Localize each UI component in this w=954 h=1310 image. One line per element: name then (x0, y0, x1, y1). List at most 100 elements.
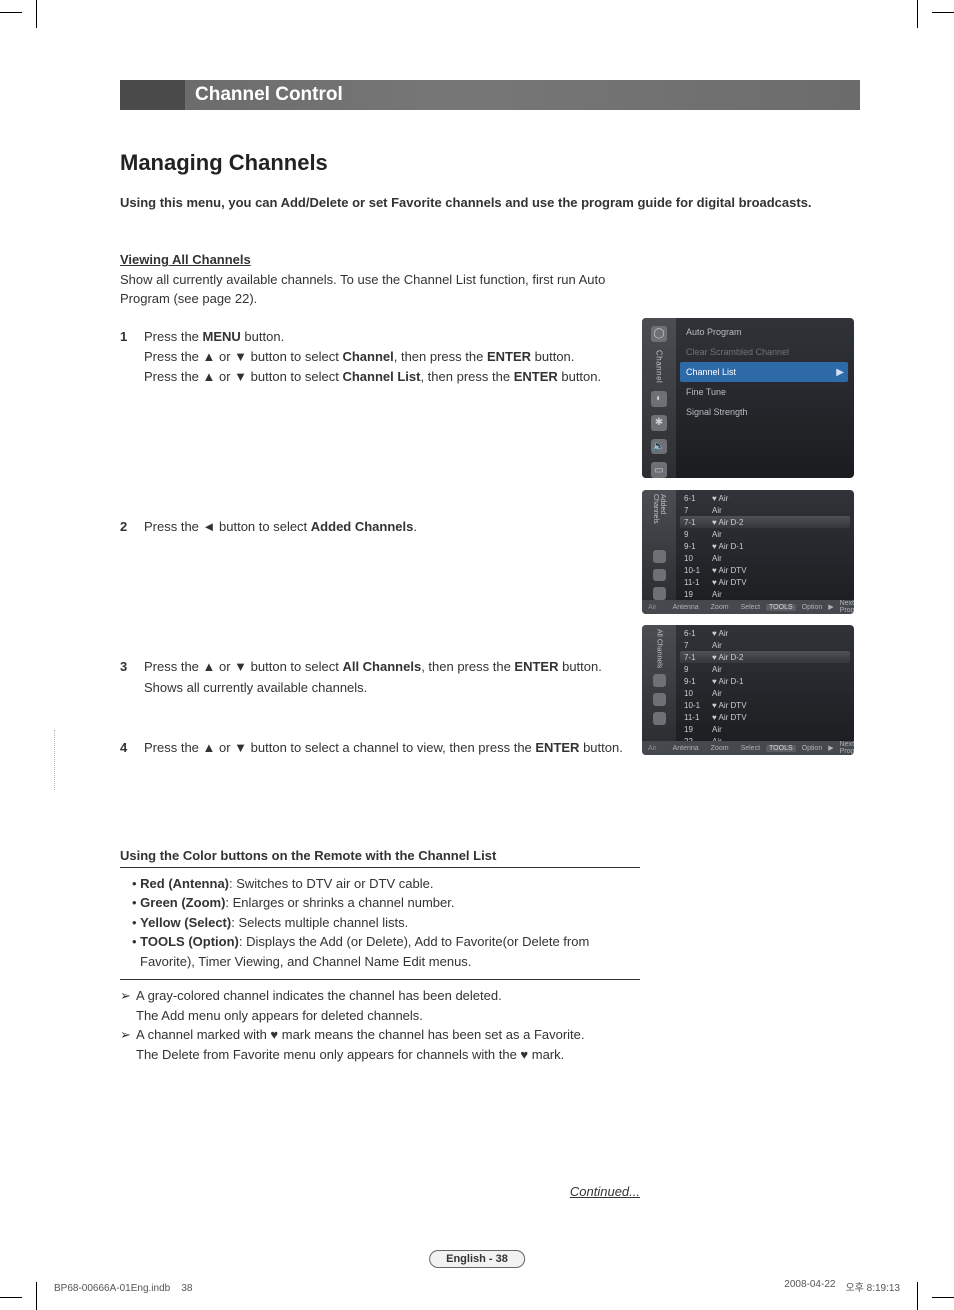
osd-all-channels: All Channels 6-1♥ Air7Air7-1♥ Air D-29Ai… (642, 625, 854, 755)
t: button. (579, 740, 622, 755)
note-arrow-icon: ➢ (120, 986, 136, 1025)
t: Shows all currently available channels. (144, 680, 367, 695)
t: , then press the (421, 659, 514, 674)
t: , then press the (420, 369, 513, 384)
step-4-num: 4 (120, 738, 144, 758)
channel-row[interactable]: 9-1♥ Air D-1 (680, 540, 850, 552)
viewing-heading: Viewing All Channels (120, 252, 860, 267)
channel-row[interactable]: 19Air (680, 723, 850, 735)
antenna-icon: ◯ (651, 326, 667, 342)
chevron-right-icon: ▶ (836, 367, 844, 378)
channel-name: ♥ Air D-2 (712, 518, 850, 527)
t: Press the ▲ or ▼ button to select a chan… (144, 740, 535, 755)
t: button. (558, 659, 601, 674)
legend-zoom: Zoom (711, 745, 729, 752)
note-arrow-icon: ➢ (120, 1025, 136, 1064)
margin-dots (54, 730, 56, 790)
note-list: ➢ A gray-colored channel indicates the c… (120, 986, 660, 1064)
t: Press the ▲ or ▼ button to select (144, 349, 342, 364)
gear-icon: ✱ (651, 415, 667, 431)
menu-item-clear-scrambled[interactable]: Clear Scrambled Channel (680, 342, 848, 362)
channel-row[interactable]: 7Air (680, 639, 850, 651)
channel-row[interactable]: 11-1♥ Air DTV (680, 711, 850, 723)
t: The Delete from Favorite menu only appea… (136, 1047, 564, 1062)
menu-item-auto-program[interactable]: Auto Program (680, 322, 848, 342)
channel-number: 6-1 (680, 494, 712, 503)
t: Red (Antenna) (140, 876, 229, 891)
channel-row[interactable]: 9Air (680, 528, 850, 540)
t: ENTER (514, 369, 558, 384)
channel-row[interactable]: 6-1♥ Air (680, 627, 850, 639)
osd-sidebar-label: Added Channels (652, 494, 666, 544)
menu-item-fine-tune[interactable]: Fine Tune (680, 382, 848, 402)
channel-row[interactable]: 10-1♥ Air DTV (680, 699, 850, 711)
channel-row[interactable]: 9Air (680, 663, 850, 675)
legend-select: Select (741, 604, 760, 611)
channel-name: ♥ Air (712, 629, 850, 638)
footer-date: 2008-04-22 (784, 1279, 835, 1294)
menu-item-channel-list[interactable]: Channel List ▶ (680, 362, 848, 382)
channel-row[interactable]: 9-1♥ Air D-1 (680, 675, 850, 687)
channel-number: 19 (680, 590, 712, 599)
channel-number: 10-1 (680, 701, 712, 710)
osd-legend: Air Antenna Zoom Select TOOLSOption ▶Nex… (642, 600, 854, 614)
color-row-yellow: Yellow (Select): Selects multiple channe… (120, 913, 640, 933)
channel-number: 7-1 (680, 653, 712, 662)
t: A channel marked with ♥ mark means the c… (136, 1027, 585, 1042)
step-3-num: 3 (120, 657, 144, 677)
osd-sidebar: ◯ Channel ◐ ✱ 🔈 ▭ (642, 318, 676, 478)
tools-tag-icon: TOOLS (766, 745, 796, 752)
tools-tag-icon: TOOLS (766, 604, 796, 611)
channel-row[interactable]: 7-1♥ Air D-2 (680, 651, 850, 663)
page: Channel Control Managing Channels Using … (0, 0, 954, 1310)
legend-air: Air (648, 604, 657, 611)
channel-row[interactable]: 10Air (680, 687, 850, 699)
t: Press the ▲ or ▼ button to select (144, 369, 342, 384)
legend-option: Option (802, 604, 823, 611)
channel-name: Air (712, 590, 850, 599)
footer-filename: BP68-00666A-01Eng.indb (54, 1283, 170, 1294)
channel-name: Air (712, 554, 850, 563)
footer-left: BP68-00666A-01Eng.indb 38 (54, 1283, 192, 1294)
t: ENTER (514, 659, 558, 674)
t: All Channels (342, 659, 421, 674)
title-accent-block (120, 80, 185, 110)
channel-number: 19 (680, 725, 712, 734)
osd-added-channels: Added Channels 6-1♥ Air7Air7-1♥ Air D-29… (642, 490, 854, 614)
channel-name: ♥ Air DTV (712, 713, 850, 722)
t: Yellow (Select) (140, 915, 231, 930)
color-row-tools: TOOLS (Option): Displays the Add (or Del… (120, 932, 640, 952)
channel-row[interactable]: 10-1♥ Air DTV (680, 564, 850, 576)
channel-row[interactable]: 6-1♥ Air (680, 492, 850, 504)
legend-antenna: Antenna (673, 745, 699, 752)
channel-name: ♥ Air DTV (712, 701, 850, 710)
channel-number: 9 (680, 530, 712, 539)
t: ENTER (535, 740, 579, 755)
legend-antenna: Antenna (673, 604, 699, 611)
page-number-badge: English - 38 (429, 1250, 525, 1268)
osd-menu-list: Auto Program Clear Scrambled Channel Cha… (680, 322, 848, 422)
color-box-title: Using the Color buttons on the Remote wi… (120, 848, 640, 868)
clock-icon (653, 712, 666, 725)
channel-row[interactable]: 11-1♥ Air DTV (680, 576, 850, 588)
channel-name: ♥ Air D-2 (712, 653, 850, 662)
channel-row[interactable]: 7Air (680, 504, 850, 516)
play-icon: ▶ (828, 603, 833, 611)
channel-row[interactable]: 7-1♥ Air D-2 (680, 516, 850, 528)
t: , then press the (394, 349, 487, 364)
card-icon: ▭ (651, 462, 667, 478)
intro-text: Using this menu, you can Add/Delete or s… (120, 194, 860, 212)
t: . (413, 519, 417, 534)
globe-icon: ◐ (651, 391, 667, 407)
t: : Displays the Add (or Delete), Add to F… (239, 934, 589, 949)
channel-number: 9 (680, 665, 712, 674)
step-4-body: Press the ▲ or ▼ button to select a chan… (144, 738, 623, 758)
channel-row[interactable]: 19Air (680, 588, 850, 600)
channel-number: 11-1 (680, 578, 712, 587)
menu-item-signal-strength[interactable]: Signal Strength (680, 402, 848, 422)
t: Channel List (342, 369, 420, 384)
osd-channel-menu: ◯ Channel ◐ ✱ 🔈 ▭ Auto Program Clear Scr… (642, 318, 854, 478)
color-box: Red (Antenna): Switches to DTV air or DT… (120, 868, 640, 981)
channel-row[interactable]: 10Air (680, 552, 850, 564)
step-3-body: Press the ▲ or ▼ button to select All Ch… (144, 657, 602, 697)
